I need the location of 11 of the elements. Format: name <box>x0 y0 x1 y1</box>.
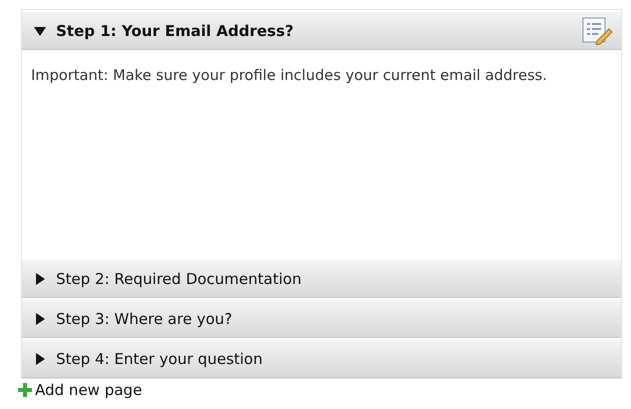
add-page-link[interactable]: Add new page <box>18 379 142 401</box>
edit-document-icon[interactable] <box>581 16 613 44</box>
caret-right-icon <box>34 352 46 364</box>
caret-down-icon <box>34 24 46 36</box>
step-header[interactable]: Step 2: Required Documentation <box>22 260 621 298</box>
plus-icon <box>18 383 32 397</box>
step-header[interactable]: Step 1: Your Email Address? <box>22 12 621 50</box>
caret-right-icon <box>34 272 46 284</box>
caret-right-icon <box>34 312 46 324</box>
step-header[interactable]: Step 4: Enter your question <box>22 340 621 378</box>
step-header[interactable]: Step 3: Where are you? <box>22 300 621 338</box>
